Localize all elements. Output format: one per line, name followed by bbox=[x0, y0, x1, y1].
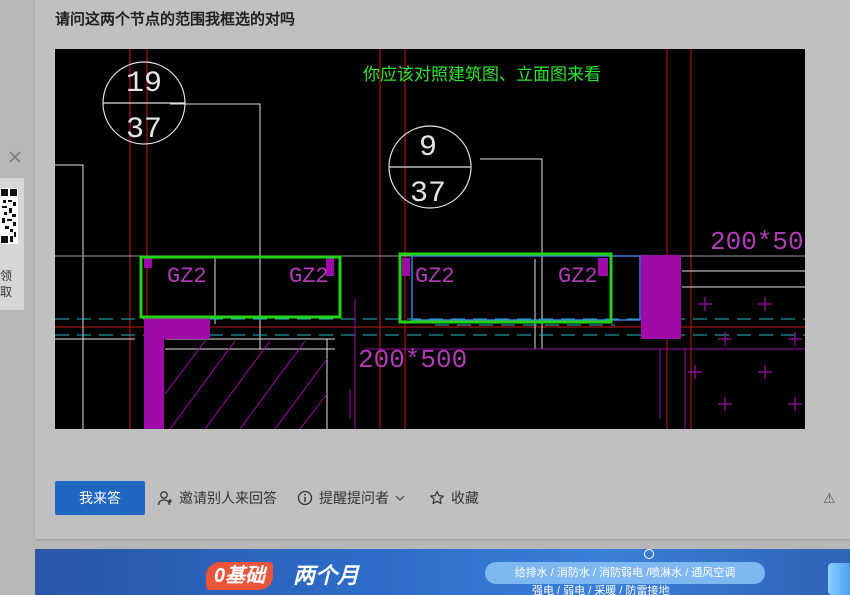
banner-headline: 两个月 bbox=[293, 563, 360, 588]
promo-banner[interactable]: 0基础 两个月 给排水 / 消防水 / 消防弱电 /喷淋水 / 通风空调 强电 … bbox=[35, 549, 850, 595]
qr-side-panel[interactable]: 领 取 bbox=[0, 178, 24, 310]
question-title: 请问这两个节点的范围我框选的对吗 bbox=[55, 11, 296, 28]
banner-line-2: 强电 / 弱电 / 采暖 / 防雷接地 bbox=[532, 585, 670, 595]
axis-bubble-2-top: 9 bbox=[419, 131, 437, 165]
drawing-annotation: 你应该对照建筑图、立面图来看 bbox=[363, 65, 601, 85]
qr-label: 领 取 bbox=[0, 269, 13, 299]
qr-code-icon bbox=[0, 188, 18, 244]
cad-drawing-image[interactable]: 19 37 9 37 GZ2 GZ2 GZ2 GZ2 200*500 200*5… bbox=[55, 49, 805, 429]
star-icon bbox=[430, 490, 444, 505]
beam-size-label: 200*500 bbox=[710, 227, 805, 257]
side-close-button[interactable] bbox=[8, 150, 26, 170]
column-label: GZ2 bbox=[558, 264, 598, 289]
beam-size-label: 200*500 bbox=[358, 345, 467, 375]
remind-label: 提醒提问者 bbox=[319, 490, 389, 506]
info-icon bbox=[297, 490, 313, 506]
favorite-label: 收藏 bbox=[451, 490, 479, 506]
column-label: GZ2 bbox=[415, 264, 455, 289]
report-action[interactable]: ⚠ bbox=[823, 488, 836, 508]
column-label: GZ2 bbox=[167, 264, 207, 289]
invite-label: 邀请别人来回答 bbox=[179, 490, 277, 506]
warning-icon: ⚠ bbox=[823, 489, 836, 506]
axis-bubble-1-bottom: 37 bbox=[126, 113, 162, 147]
chevron-down-icon bbox=[395, 495, 405, 501]
close-icon bbox=[9, 151, 21, 163]
column-label: GZ2 bbox=[289, 264, 329, 289]
axis-bubble-2-bottom: 37 bbox=[410, 177, 446, 211]
invite-action[interactable]: 邀请别人来回答 bbox=[157, 488, 277, 508]
banner-badge: 0基础 bbox=[206, 562, 274, 590]
answer-button[interactable]: 我来答 bbox=[55, 481, 145, 515]
remind-action[interactable]: 提醒提问者 bbox=[297, 488, 405, 508]
axis-bubble-1-top: 19 bbox=[126, 67, 162, 101]
favorite-action[interactable]: 收藏 bbox=[429, 488, 479, 508]
banner-line-1: 给排水 / 消防水 / 消防弱电 /喷淋水 / 通风空调 bbox=[485, 562, 765, 584]
user-plus-icon bbox=[157, 491, 172, 506]
carousel-dot[interactable] bbox=[644, 549, 654, 559]
banner-side-graphic bbox=[828, 563, 850, 595]
